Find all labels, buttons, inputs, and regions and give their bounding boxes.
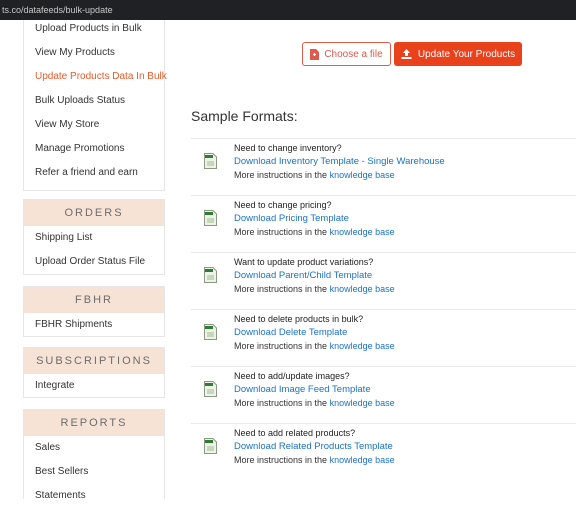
more-instructions: More instructions in the knowledge base	[234, 398, 395, 408]
choose-file-button[interactable]: Choose a file	[302, 42, 391, 66]
sidebar-item-update-bulk[interactable]: Update Products Data In Bulk	[24, 65, 167, 89]
sidebar-item-shipping-list[interactable]: Shipping List	[24, 226, 164, 250]
update-products-button[interactable]: Update Your Products	[394, 42, 522, 66]
upload-icon	[401, 49, 412, 59]
choose-file-label: Choose a file	[324, 48, 383, 60]
download-template-link[interactable]: Download Parent/Child Template	[234, 270, 372, 281]
sidebar-item-sales[interactable]: Sales	[24, 436, 164, 460]
sidebar-item-best-sellers[interactable]: Best Sellers	[24, 460, 164, 484]
knowledge-base-link[interactable]: knowledge base	[330, 227, 395, 237]
section-heading-fbhr: FBHR	[24, 287, 164, 313]
more-instructions: More instructions in the knowledge base	[234, 170, 395, 180]
knowledge-base-link[interactable]: knowledge base	[330, 455, 395, 465]
more-instructions: More instructions in the knowledge base	[234, 284, 395, 294]
sidebar-item-bulk-status[interactable]: Bulk Uploads Status	[24, 89, 164, 113]
sidebar-item-upload-order-status[interactable]: Upload Order Status File	[24, 250, 164, 274]
download-template-link[interactable]: Download Image Feed Template	[234, 384, 371, 395]
spreadsheet-file-icon	[204, 438, 217, 454]
section-heading-reports: REPORTS	[24, 410, 164, 436]
spreadsheet-file-icon	[204, 267, 217, 283]
more-instructions: More instructions in the knowledge base	[234, 227, 395, 237]
format-question: Need to change pricing?	[234, 200, 332, 210]
sidebar-section-orders: ORDERS Shipping List Upload Order Status…	[23, 199, 165, 275]
spreadsheet-file-icon	[204, 210, 217, 226]
download-template-link[interactable]: Download Inventory Template - Single War…	[234, 156, 445, 167]
format-question: Need to delete products in bulk?	[234, 314, 364, 324]
format-row: Need to add related products? Download Re…	[191, 423, 576, 480]
more-instructions-text: More instructions in the	[234, 455, 328, 465]
update-products-label: Update Your Products	[417, 48, 516, 60]
format-question: Need to add/update images?	[234, 371, 350, 381]
sidebar-item-refer[interactable]: Refer a friend and earn	[24, 161, 164, 185]
url-text: ts.co/datafeeds/bulk-update	[2, 5, 113, 15]
download-template-link[interactable]: Download Delete Template	[234, 327, 347, 338]
more-instructions: More instructions in the knowledge base	[234, 455, 395, 465]
more-instructions-text: More instructions in the	[234, 284, 328, 294]
sidebar-item-integrate[interactable]: Integrate	[24, 374, 164, 398]
sidebar-item-promotions[interactable]: Manage Promotions	[24, 137, 164, 161]
format-question: Need to change inventory?	[234, 143, 342, 153]
format-row: Need to change pricing? Download Pricing …	[191, 195, 576, 252]
sidebar-item-fbhr-shipments[interactable]: FBHR Shipments	[24, 313, 164, 337]
format-row: Need to delete products in bulk? Download…	[191, 309, 576, 366]
sample-formats-title: Sample Formats:	[191, 108, 298, 124]
section-heading-subscriptions: SUBSCRIPTIONS	[24, 348, 164, 374]
sidebar-item-view-products[interactable]: View My Products	[24, 41, 164, 65]
spreadsheet-file-icon	[204, 324, 217, 340]
download-template-link[interactable]: Download Related Products Template	[234, 441, 393, 452]
format-question: Need to add related products?	[234, 428, 356, 438]
sidebar-section-reports: REPORTS Sales Best Sellers Statements	[23, 409, 165, 501]
more-instructions-text: More instructions in the	[234, 341, 328, 351]
file-icon	[310, 48, 320, 60]
format-row: Need to add/update images? Download Image…	[191, 366, 576, 423]
format-row: Want to update product variations? Downlo…	[191, 252, 576, 309]
sidebar-section-subscriptions: SUBSCRIPTIONS Integrate	[23, 347, 165, 398]
sidebar-item-upload-bulk[interactable]: Upload Products in Bulk	[24, 17, 164, 41]
knowledge-base-link[interactable]: knowledge base	[330, 398, 395, 408]
section-heading-orders: ORDERS	[24, 200, 164, 226]
knowledge-base-link[interactable]: knowledge base	[330, 170, 395, 180]
sidebar-menu: Upload Products in Bulk View My Products…	[23, 17, 167, 191]
knowledge-base-link[interactable]: knowledge base	[330, 341, 395, 351]
more-instructions-text: More instructions in the	[234, 398, 328, 408]
spreadsheet-file-icon	[204, 381, 217, 397]
sidebar-section-fbhr: FBHR FBHR Shipments	[23, 286, 165, 337]
knowledge-base-link[interactable]: knowledge base	[330, 284, 395, 294]
more-instructions-text: More instructions in the	[234, 227, 328, 237]
sidebar-item-view-store[interactable]: View My Store	[24, 113, 164, 137]
spreadsheet-file-icon	[204, 153, 217, 169]
format-question: Want to update product variations?	[234, 257, 374, 267]
more-instructions: More instructions in the knowledge base	[234, 341, 395, 351]
more-instructions-text: More instructions in the	[234, 170, 328, 180]
format-row: Need to change inventory? Download Invent…	[191, 138, 576, 195]
download-template-link[interactable]: Download Pricing Template	[234, 213, 349, 224]
sidebar-item-statements[interactable]: Statements	[24, 484, 164, 508]
